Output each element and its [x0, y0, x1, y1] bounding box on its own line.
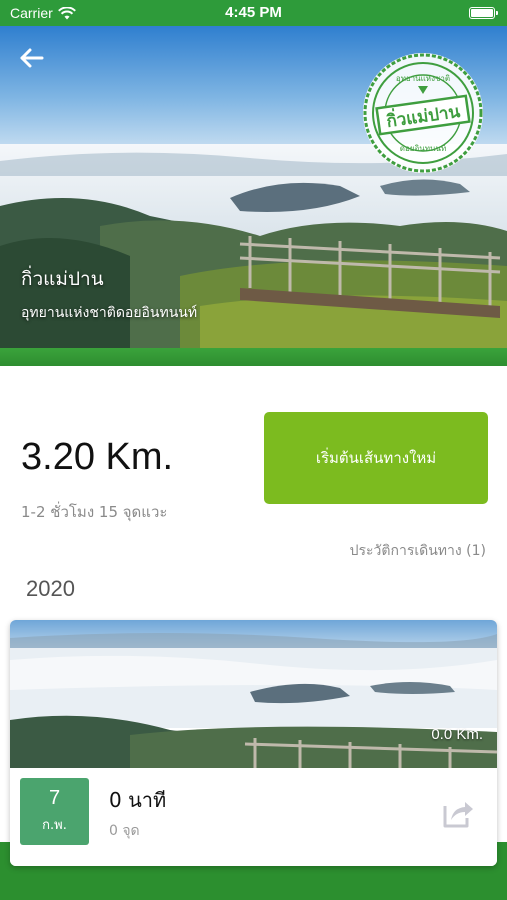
trip-distance: 0.0 Km. [431, 726, 483, 743]
trip-stops: 0 จุด [109, 823, 140, 839]
svg-text:ดอยอินทนนท์: ดอยอินทนนท์ [400, 143, 446, 153]
trip-date-badge: 7 ก.พ. [20, 778, 89, 845]
status-time: 4:45 PM [225, 4, 282, 21]
trip-details: 7 ก.พ. 0 นาที 0 จุด [10, 768, 497, 866]
park-stamp-logo: อุทยานแห่งชาติ กิ่วแม่ปาน ดอยอินทนนท์ [363, 53, 483, 173]
back-button[interactable] [16, 44, 48, 72]
arrow-left-icon [20, 48, 44, 68]
battery-icon [469, 7, 498, 19]
share-button[interactable] [439, 794, 475, 830]
travel-history-link[interactable]: ประวัติการเดินทาง (1) [350, 540, 486, 562]
share-icon [443, 802, 473, 828]
trip-day: 7 [48, 787, 61, 809]
screen: Carrier 4:45 PM อุทยานแห่งชาติ กิ่วแม่ปา… [0, 0, 507, 900]
route-distance: 3.20 Km. [21, 436, 174, 478]
trip-month: ก.พ. [42, 818, 67, 833]
svg-text:อุทยานแห่งชาติ: อุทยานแห่งชาติ [396, 74, 450, 83]
status-bar: Carrier 4:45 PM [0, 0, 507, 26]
trip-landscape-image [10, 620, 497, 770]
hero-divider [0, 348, 507, 366]
hero-banner: อุทยานแห่งชาติ กิ่วแม่ปาน ดอยอินทนนท์ กิ… [0, 26, 507, 348]
park-subtitle: อุทยานแห่งชาติดอยอินทนนท์ [21, 305, 198, 321]
trail-title: กิ่วแม่ปาน [21, 268, 104, 290]
trip-card[interactable]: 0.0 Km. 7 ก.พ. 0 นาที 0 จุด [10, 620, 497, 866]
trip-duration: 0 นาที [109, 788, 167, 812]
start-route-button[interactable]: เริ่มต้นเส้นทางใหม่ [264, 412, 488, 504]
history-year: 2020 [26, 576, 75, 601]
route-duration: 1-2 ชั่วโมง 15 จุดแวะ [21, 503, 168, 521]
